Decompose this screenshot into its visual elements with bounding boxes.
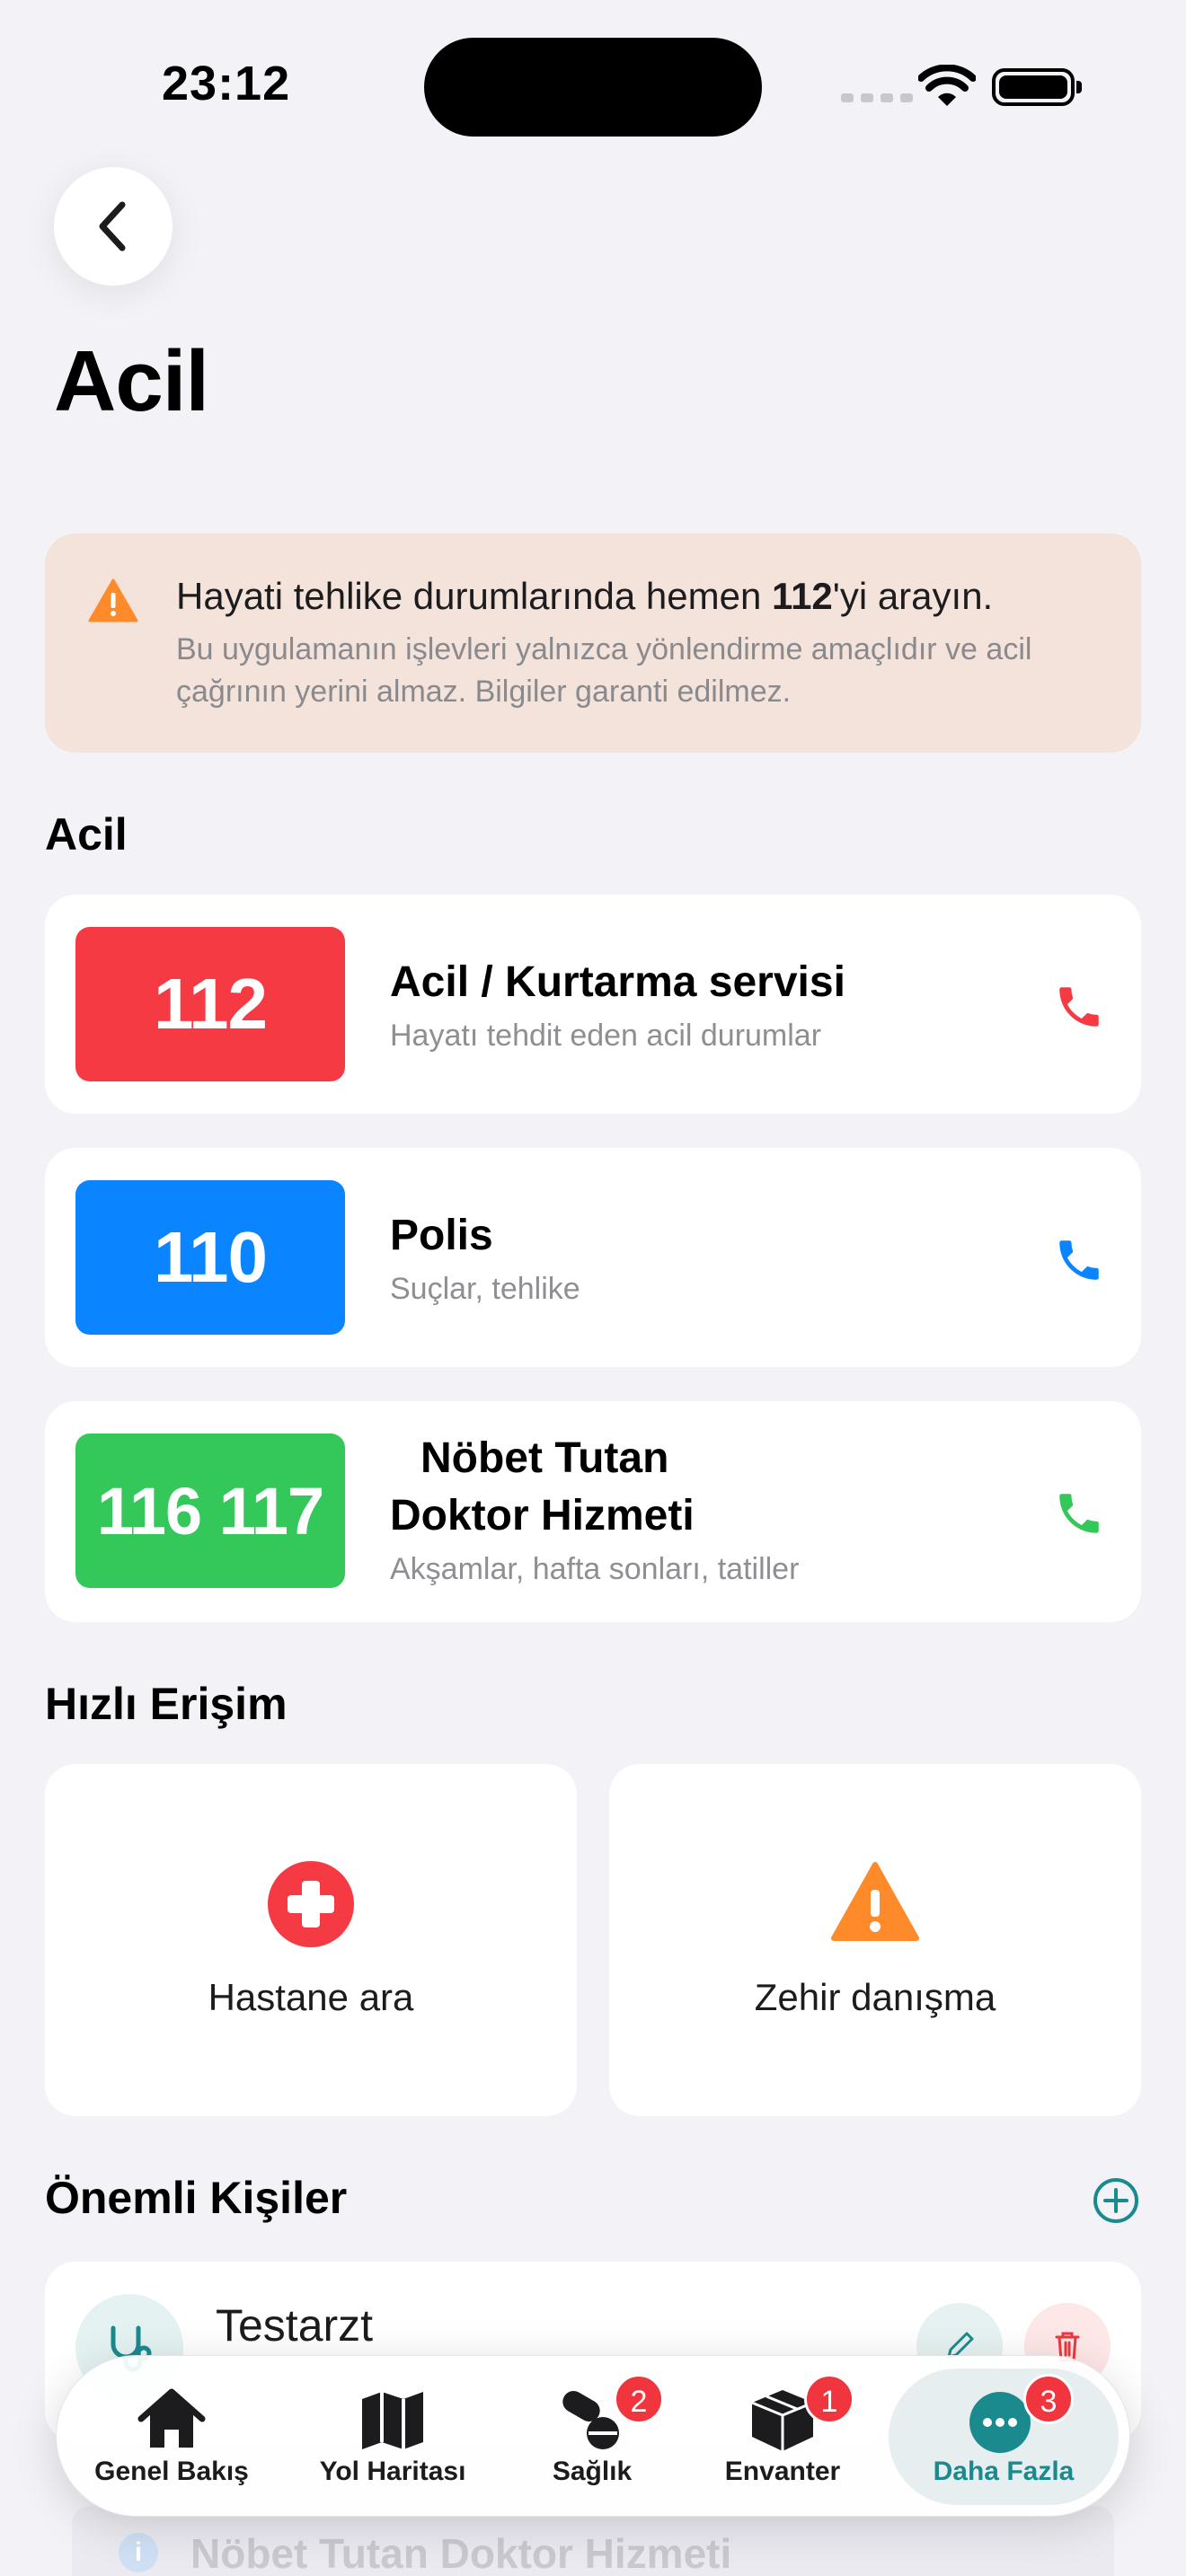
hospital-cross-icon [268,1861,354,1947]
emergency-title-line2: Doktor Hizmeti [390,1492,695,1539]
emergency-card-112[interactable]: 112 Acil / Kurtarma servisi Hayatı tehdi… [45,895,1141,1114]
warning-triangle-icon [831,1862,919,1941]
page-title: Acil [54,333,209,429]
emergency-subtitle: Akşamlar, hafta sonları, tatiller [390,1552,800,1586]
emergency-warning-banner: Hayati tehlike durumlarında hemen 112'yi… [45,534,1141,753]
tab-overview[interactable]: Genel Bakış [57,2356,287,2518]
cellular-signal-icon [841,93,913,102]
section-title-emergency: Acil [45,809,128,860]
quick-access-poison[interactable]: Zehir danışma [609,1764,1141,2116]
info-strip-text: Nöbet Tutan Doktor Hizmeti [190,2530,732,2576]
quick-access-label: Hastane ara [208,1976,414,2018]
emergency-number-badge: 110 [75,1180,345,1335]
tab-label: Daha Fazla [933,2457,1075,2486]
contact-name: Testarzt [216,2300,374,2351]
warning-triangle-icon [88,578,138,622]
dynamic-island [424,38,762,137]
tab-badge: 3 [1023,2374,1074,2424]
house-icon [137,2388,206,2448]
map-icon [362,2392,423,2449]
tab-inventory[interactable]: 1 Envanter [686,2356,880,2518]
tab-badge: 2 [614,2374,664,2424]
emergency-subtitle: Suçlar, tehlike [390,1272,580,1306]
emergency-title: Acil / Kurtarma servisi [390,958,845,1006]
phone-icon[interactable] [1053,1487,1105,1539]
status-bar: 23:12 [0,0,1186,171]
warning-title: Hayati tehlike durumlarında hemen 112'yi… [176,575,994,617]
info-icon: i [119,2533,158,2572]
tab-health[interactable]: 2 Sağlık [499,2356,686,2518]
emergency-number-badge: 116 117 [75,1434,345,1588]
emergency-number-badge: 112 [75,927,345,1081]
phone-icon[interactable] [1053,1234,1105,1286]
chevron-left-icon [99,201,126,251]
tab-badge: 1 [804,2374,854,2424]
emergency-title-line1: Nöbet Tutan [420,1434,669,1482]
phone-icon[interactable] [1053,981,1105,1033]
add-contact-icon[interactable] [1093,2177,1139,2224]
tab-label: Envanter [724,2457,841,2486]
status-time: 23:12 [162,57,291,110]
quick-access-hospital[interactable]: Hastane ara [45,1764,577,2116]
emergency-title: Polis [390,1212,493,1259]
warning-body: Bu uygulamanın işlevleri yalnızca yönlen… [176,632,1032,709]
tab-roadmap[interactable]: Yol Haritası [287,2356,499,2518]
tab-label: Yol Haritası [319,2457,466,2486]
section-title-quick-access: Hızlı Erişim [45,1679,288,1729]
tab-bar: Genel Bakış Yol Haritası 2 Sağlık 1 Enva… [56,2355,1130,2517]
wifi-icon [918,65,976,106]
battery-icon [992,68,1082,106]
tab-label: Genel Bakış [94,2457,249,2486]
tab-more[interactable]: 3 Daha Fazla [889,2356,1119,2518]
back-button[interactable] [54,167,173,286]
emergency-card-110[interactable]: 110 Polis Suçlar, tehlike [45,1148,1141,1367]
section-title-contacts: Önemli Kişiler [45,2173,348,2223]
emergency-subtitle: Hayatı tehdit eden acil durumlar [390,1019,822,1053]
tab-label: Sağlık [552,2457,633,2486]
quick-access-label: Zehir danışma [754,1976,996,2018]
emergency-card-116117[interactable]: 116 117 Nöbet Tutan Doktor Hizmeti Akşam… [45,1401,1141,1622]
